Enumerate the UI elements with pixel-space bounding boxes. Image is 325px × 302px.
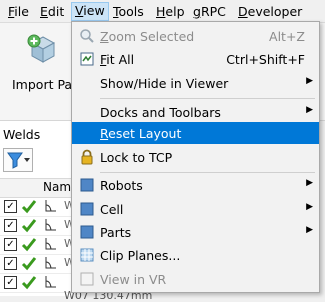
row-checkbox[interactable]: ✓ xyxy=(4,257,17,270)
check-icon xyxy=(21,276,37,290)
submenu-arrow-icon: ▶ xyxy=(306,178,313,188)
menu-help[interactable]: Help xyxy=(153,3,188,20)
weld-icon xyxy=(45,276,56,288)
shortcut-label: Alt+Z xyxy=(269,29,305,44)
row-checkbox[interactable]: ✓ xyxy=(4,219,17,232)
menu-item-clip-planes[interactable]: Clip Planes... xyxy=(72,244,319,266)
menu-item-docks-and-toolbars[interactable]: Docks and Toolbars ▶ xyxy=(72,101,319,123)
row-checkbox[interactable]: ✓ xyxy=(4,200,17,213)
submenu-arrow-icon: ▶ xyxy=(306,105,313,115)
row-checkbox[interactable]: ✓ xyxy=(4,276,17,289)
menu-item-reset-layout[interactable]: Reset Layout xyxy=(72,122,319,144)
view-menu-dropdown: Zoom Selected Alt+Z Fit All Ctrl+Shift+F… xyxy=(71,21,320,293)
fit-all-icon xyxy=(80,52,94,66)
menu-bar: File Edit View Tools Help gRPC Developer xyxy=(0,0,325,23)
menu-item-cell[interactable]: Cell ▶ xyxy=(72,198,319,220)
menu-item-robots[interactable]: Robots ▶ xyxy=(72,174,319,196)
menu-item-fit-all[interactable]: Fit All Ctrl+Shift+F xyxy=(72,48,319,70)
vr-icon xyxy=(80,272,94,286)
column-header-name[interactable]: Nam xyxy=(43,180,71,194)
table-row[interactable]: ✓ W xyxy=(0,216,80,236)
menu-file[interactable]: File xyxy=(5,3,32,20)
table-row[interactable]: ✓ W xyxy=(0,197,80,217)
parts-icon xyxy=(80,225,94,239)
check-icon xyxy=(21,200,37,214)
menu-item-view-in-vr[interactable]: View in VR xyxy=(72,268,319,290)
menu-separator xyxy=(100,98,315,99)
menu-tools[interactable]: Tools xyxy=(110,3,147,20)
weld-icon xyxy=(45,200,56,212)
clip-planes-icon xyxy=(80,248,94,262)
weld-icon xyxy=(45,257,56,269)
menu-item-parts[interactable]: Parts ▶ xyxy=(72,221,319,243)
table-row[interactable]: ✓ W xyxy=(0,235,80,255)
submenu-arrow-icon: ▶ xyxy=(306,202,313,212)
menu-item-zoom-selected[interactable]: Zoom Selected Alt+Z xyxy=(72,25,319,47)
filter-button[interactable] xyxy=(3,148,33,172)
weld-icon xyxy=(45,219,56,231)
menu-separator xyxy=(100,172,315,173)
robots-icon xyxy=(80,178,94,192)
zoom-icon xyxy=(80,29,94,43)
submenu-arrow-icon: ▶ xyxy=(306,225,313,235)
weld-icon xyxy=(45,238,56,250)
menu-item-show-hide-in-viewer[interactable]: Show/Hide in Viewer ▶ xyxy=(72,72,319,94)
welds-title: Welds xyxy=(3,127,41,142)
menu-developer[interactable]: Developer xyxy=(235,3,305,20)
check-icon xyxy=(21,219,37,233)
check-icon xyxy=(21,238,37,252)
menu-grpc[interactable]: gRPC xyxy=(190,3,229,20)
import-part-button[interactable]: Import Part xyxy=(6,27,82,117)
row-checkbox[interactable]: ✓ xyxy=(4,238,17,251)
cell-icon xyxy=(80,202,94,216)
check-icon xyxy=(21,257,37,271)
table-row[interactable]: ✓ W xyxy=(0,254,80,274)
menu-edit[interactable]: Edit xyxy=(37,3,67,20)
submenu-arrow-icon: ▶ xyxy=(306,76,313,86)
menu-item-lock-to-tcp[interactable]: Lock to TCP xyxy=(72,146,319,168)
lock-icon xyxy=(81,149,93,165)
welds-grid-header: Nam xyxy=(0,178,80,198)
menu-view[interactable]: View xyxy=(71,2,109,21)
import-part-icon xyxy=(27,34,56,63)
filter-icon xyxy=(7,152,30,169)
shortcut-label: Ctrl+Shift+F xyxy=(226,52,305,67)
